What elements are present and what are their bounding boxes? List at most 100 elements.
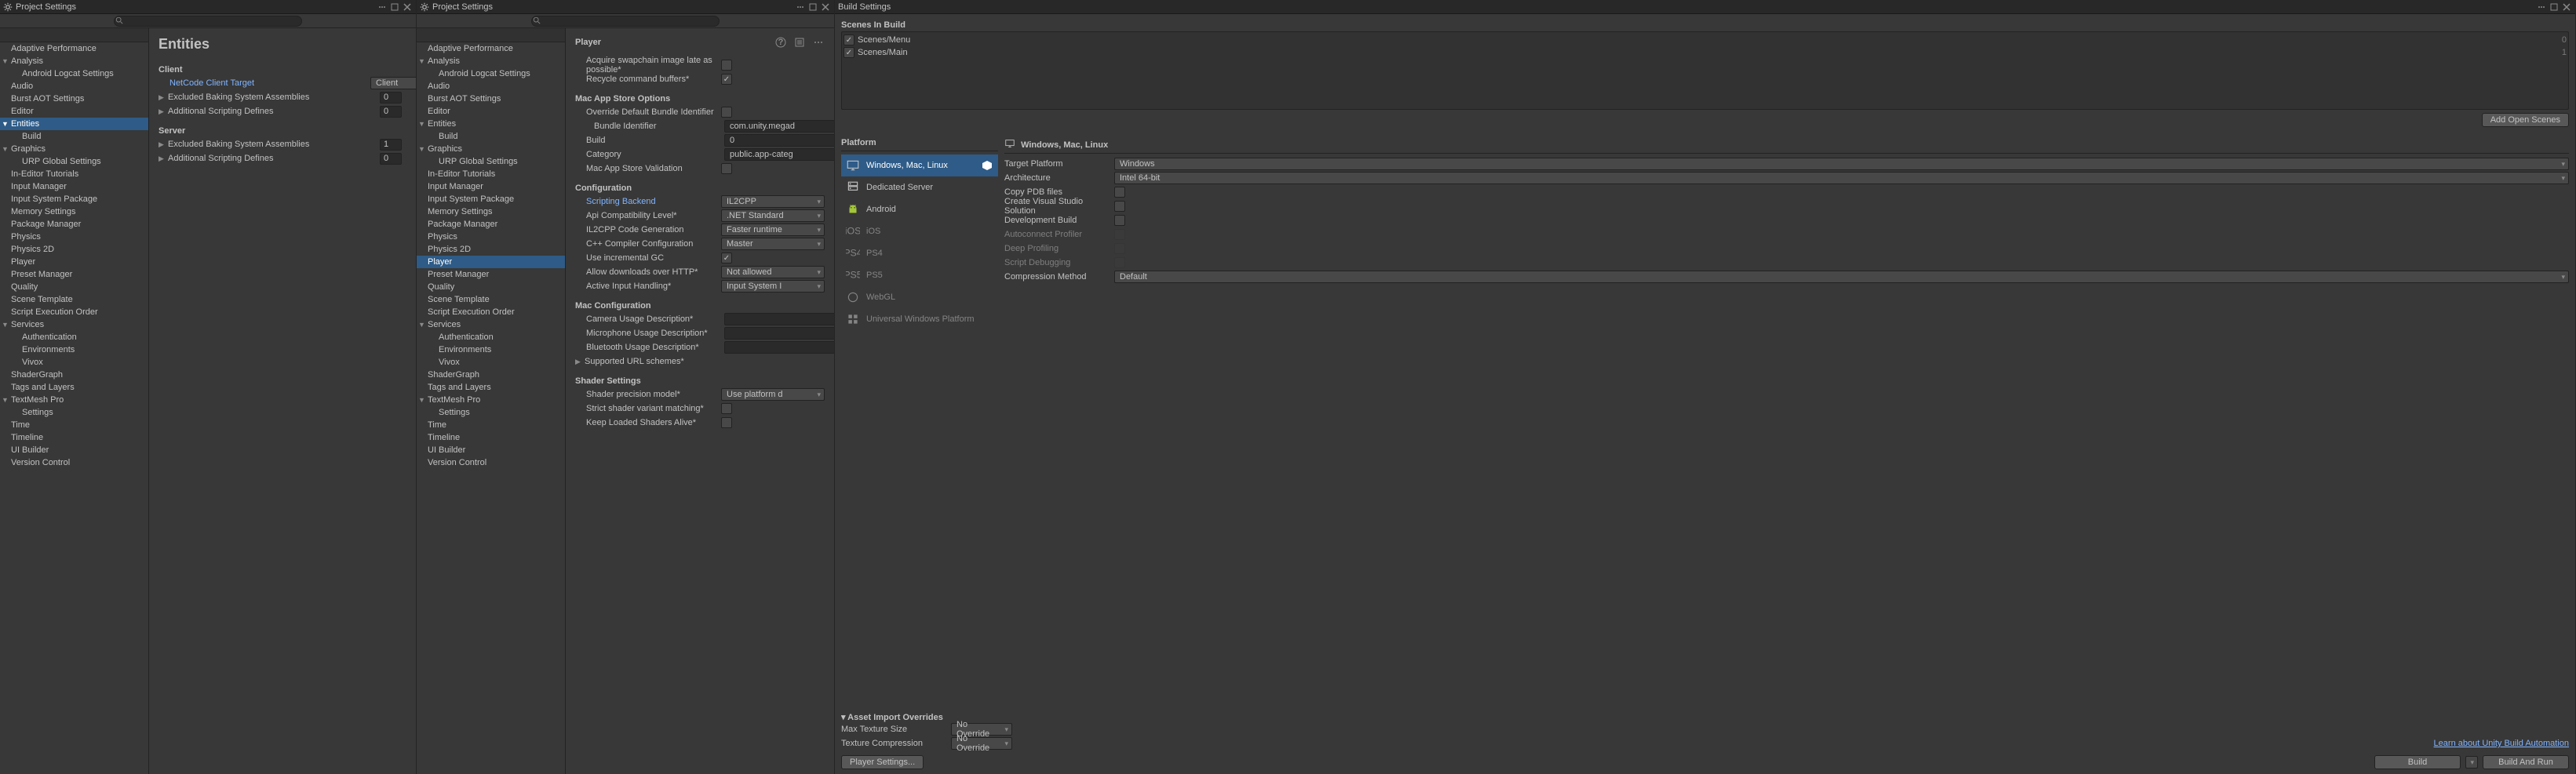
tree-item-build[interactable]: Build [0, 130, 148, 143]
tree-item-textmesh-pro[interactable]: ▼TextMesh Pro [417, 394, 565, 406]
dev-build-checkbox[interactable] [1114, 215, 1125, 226]
scene-checkbox[interactable] [843, 47, 854, 58]
recycle-checkbox[interactable] [721, 74, 732, 85]
expand-icon[interactable]: ▼ [418, 396, 426, 404]
expand-icon[interactable]: ▼ [2, 321, 9, 329]
tree-item-editor[interactable]: Editor [0, 105, 148, 118]
add-open-scenes-button[interactable]: Add Open Scenes [2482, 113, 2569, 127]
tree-item-scene-template[interactable]: Scene Template [417, 293, 565, 306]
tree-item-physics-2d[interactable]: Physics 2D [417, 243, 565, 256]
player-settings-button[interactable]: Player Settings... [841, 755, 924, 769]
tree-item-in-editor-tutorials[interactable]: In-Editor Tutorials [0, 168, 148, 180]
scene-list[interactable]: Scenes/Menu0Scenes/Main1 [841, 31, 2569, 110]
tree-item-tags-and-layers[interactable]: Tags and Layers [0, 381, 148, 394]
cpp-dropdown[interactable]: Master [721, 238, 825, 250]
tree-item-memory-settings[interactable]: Memory Settings [0, 205, 148, 218]
mic-input[interactable] [724, 327, 834, 340]
close-icon[interactable] [820, 2, 831, 13]
tree-item-analysis[interactable]: ▼Analysis [417, 55, 565, 67]
expand-icon[interactable]: ▼ [418, 321, 426, 329]
additional-count[interactable] [380, 106, 402, 118]
scene-row[interactable]: Scenes/Main1 [843, 46, 2567, 59]
tree-item-build[interactable]: Build [417, 130, 565, 143]
validation-checkbox[interactable] [721, 163, 732, 174]
platform-item-dedicated-server[interactable]: Dedicated Server [841, 176, 998, 198]
bt-input[interactable] [724, 341, 834, 354]
tree-item-vivox[interactable]: Vivox [417, 356, 565, 369]
expand-icon[interactable]: ▼ [2, 120, 9, 128]
platform-item-webgl[interactable]: WebGL [841, 286, 998, 308]
camera-input[interactable] [724, 313, 834, 325]
tree-item-ui-builder[interactable]: UI Builder [417, 444, 565, 456]
tree-item-android-logcat-settings[interactable]: Android Logcat Settings [0, 67, 148, 80]
downloads-dropdown[interactable]: Not allowed [721, 266, 825, 278]
tree-item-analysis[interactable]: ▼Analysis [0, 55, 148, 67]
tree-item-settings[interactable]: Settings [0, 406, 148, 419]
tree-item-adaptive-performance[interactable]: Adaptive Performance [0, 42, 148, 55]
bundle-id-input[interactable] [724, 120, 834, 133]
tree-item-physics-2d[interactable]: Physics 2D [0, 243, 148, 256]
platform-list[interactable]: Windows, Mac, LinuxDedicated ServerAndro… [841, 154, 998, 698]
tree-item-tags-and-layers[interactable]: Tags and Layers [417, 381, 565, 394]
foldout-icon[interactable]: ▶ [158, 140, 168, 149]
tree-item-graphics[interactable]: ▼Graphics [0, 143, 148, 155]
close-icon[interactable] [2561, 2, 2572, 13]
platform-item-ios[interactable]: iOSiOS [841, 220, 998, 242]
maximize-icon[interactable] [807, 2, 818, 13]
platform-item-windows-mac-linux[interactable]: Windows, Mac, Linux [841, 154, 998, 176]
tree-item-shadergraph[interactable]: ShaderGraph [417, 369, 565, 381]
tree-item-authentication[interactable]: Authentication [417, 331, 565, 343]
expand-icon[interactable]: ▼ [418, 57, 426, 65]
tree-item-environments[interactable]: Environments [0, 343, 148, 356]
tree-item-services[interactable]: ▼Services [417, 318, 565, 331]
tree-item-scene-template[interactable]: Scene Template [0, 293, 148, 306]
settings-tree[interactable]: Adaptive Performance▼AnalysisAndroid Log… [417, 28, 566, 774]
tree-item-entities[interactable]: ▼Entities [0, 118, 148, 130]
swapchain-checkbox[interactable] [721, 60, 732, 71]
tree-item-script-execution-order[interactable]: Script Execution Order [417, 306, 565, 318]
tree-item-editor[interactable]: Editor [417, 105, 565, 118]
platform-item-ps4[interactable]: PS4PS4 [841, 242, 998, 264]
architecture-dropdown[interactable]: Intel 64-bit [1114, 172, 2569, 184]
build-dropdown-button[interactable] [2465, 756, 2478, 769]
tree-item-time[interactable]: Time [417, 419, 565, 431]
tree-item-audio[interactable]: Audio [417, 80, 565, 93]
build-and-run-button[interactable]: Build And Run [2483, 755, 2569, 769]
foldout-icon[interactable]: ▶ [158, 93, 168, 102]
tree-item-input-manager[interactable]: Input Manager [417, 180, 565, 193]
tree-item-environments[interactable]: Environments [417, 343, 565, 356]
api-dropdown[interactable]: .NET Standard [721, 209, 825, 222]
additional-count[interactable] [380, 153, 402, 165]
tree-item-input-system-package[interactable]: Input System Package [0, 193, 148, 205]
tree-item-timeline[interactable]: Timeline [417, 431, 565, 444]
menu-icon[interactable] [377, 2, 388, 13]
tree-item-burst-aot-settings[interactable]: Burst AOT Settings [417, 93, 565, 105]
il2cpp-dropdown[interactable]: Faster runtime [721, 223, 825, 236]
tree-item-entities[interactable]: ▼Entities [417, 118, 565, 130]
tree-item-quality[interactable]: Quality [417, 281, 565, 293]
build-input[interactable] [724, 134, 834, 147]
tree-item-physics[interactable]: Physics [417, 231, 565, 243]
tree-item-services[interactable]: ▼Services [0, 318, 148, 331]
search-input[interactable] [531, 16, 720, 27]
tree-item-graphics[interactable]: ▼Graphics [417, 143, 565, 155]
tree-item-memory-settings[interactable]: Memory Settings [417, 205, 565, 218]
tree-item-version-control[interactable]: Version Control [417, 456, 565, 469]
search-input[interactable] [114, 16, 302, 27]
precision-dropdown[interactable]: Use platform d [721, 388, 825, 401]
tree-item-in-editor-tutorials[interactable]: In-Editor Tutorials [417, 168, 565, 180]
maximize-icon[interactable] [389, 2, 400, 13]
keep-checkbox[interactable] [721, 417, 732, 428]
copy-pdb-checkbox[interactable] [1114, 187, 1125, 198]
expand-icon[interactable]: ▼ [418, 120, 426, 128]
backend-dropdown[interactable]: IL2CPP [721, 195, 825, 208]
tree-item-input-system-package[interactable]: Input System Package [417, 193, 565, 205]
input-dropdown[interactable]: Input System I [721, 280, 825, 293]
netcode-target-dropdown[interactable]: Client [370, 77, 416, 89]
expand-icon[interactable]: ▼ [2, 57, 9, 65]
tree-item-shadergraph[interactable]: ShaderGraph [0, 369, 148, 381]
override-bundle-checkbox[interactable] [721, 107, 732, 118]
tex-comp-dropdown[interactable]: No Override [951, 737, 1012, 750]
build-button[interactable]: Build [2374, 755, 2461, 769]
tree-item-android-logcat-settings[interactable]: Android Logcat Settings [417, 67, 565, 80]
